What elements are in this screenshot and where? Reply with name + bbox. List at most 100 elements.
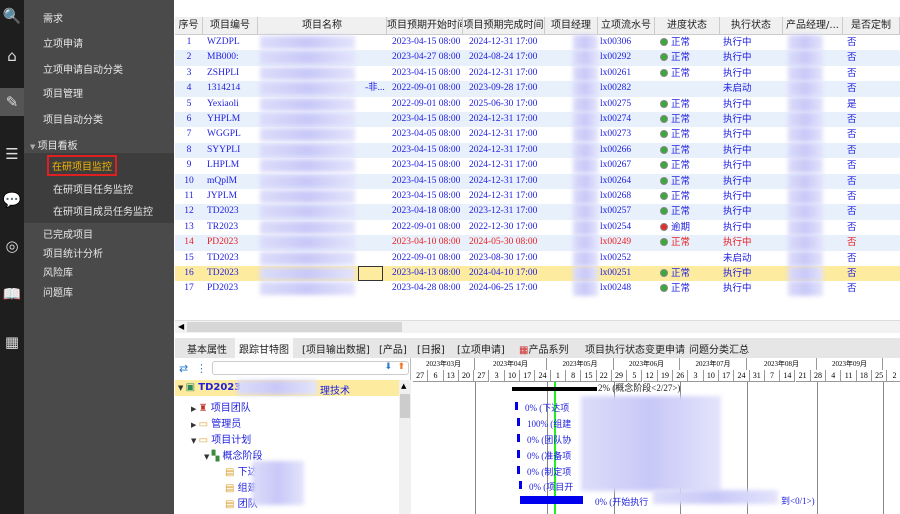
table-row[interactable]: 14 PD2023 2023-04-10 08:00 2024-05-30 08:00… bbox=[175, 235, 900, 251]
serial-number[interactable]: lx00249 bbox=[600, 235, 631, 250]
project-code[interactable]: Yexiaoli bbox=[207, 97, 257, 112]
tree-node-phase[interactable]: ▼ ▚ 概念阶段 bbox=[204, 447, 263, 462]
menu-item[interactable]: 项目统计分析 bbox=[43, 245, 103, 260]
tab[interactable]: 基本属性 bbox=[187, 341, 227, 356]
menu-item[interactable]: 需求 bbox=[43, 10, 63, 25]
move-down-icon[interactable]: ⬇ bbox=[384, 362, 392, 372]
menu-item[interactable]: 立项申请自动分类 bbox=[43, 61, 123, 76]
project-code[interactable]: JYPLM bbox=[207, 189, 257, 204]
tree-node-plan[interactable]: ▼ ▭ 项目计划 bbox=[191, 431, 251, 446]
horizontal-scrollbar[interactable]: ◀ bbox=[175, 320, 900, 333]
tree-node-admin[interactable]: ▶ ▭ 管理员 bbox=[191, 415, 241, 430]
serial-number[interactable]: lx00292 bbox=[600, 50, 631, 65]
serial-number[interactable]: lx00282 bbox=[600, 81, 631, 96]
serial-number[interactable]: lx00274 bbox=[600, 112, 631, 127]
column-header[interactable]: 项目预期完成时间 bbox=[463, 17, 545, 35]
serial-number[interactable]: lx00273 bbox=[600, 127, 631, 142]
serial-number[interactable]: lx00252 bbox=[600, 251, 631, 266]
serial-number[interactable]: lx00275 bbox=[600, 97, 631, 112]
column-header[interactable]: 序号 bbox=[175, 17, 203, 35]
table-row[interactable]: 6 YHPLM 2023-04-15 08:00 2024-12-31 17:00 lx… bbox=[175, 112, 900, 128]
serial-number[interactable]: lx00251 bbox=[600, 266, 631, 281]
table-row[interactable]: 5 Yexiaoli 2022-09-01 08:00 2025-06-30 17:0… bbox=[175, 96, 900, 112]
task-bar[interactable] bbox=[517, 450, 520, 458]
home-icon[interactable]: ⌂ bbox=[0, 42, 24, 70]
column-header[interactable]: 产品经理/... bbox=[783, 17, 843, 35]
task-bar[interactable] bbox=[517, 434, 520, 442]
table-row[interactable]: 1 WZDPL 2023-04-15 08:00 2024-12-31 17:00 lx… bbox=[175, 35, 900, 50]
serial-number[interactable]: lx00306 bbox=[600, 35, 631, 50]
table-row[interactable]: 4 1314214 -非... 2022-09-01 08:00 2023-09-28 … bbox=[175, 81, 900, 97]
serial-number[interactable]: lx00248 bbox=[600, 281, 631, 296]
project-code[interactable]: ZSHPLI bbox=[207, 66, 257, 81]
scroll-left-icon[interactable]: ◀ bbox=[178, 322, 184, 331]
menu-item[interactable]: 在研项目成员任务监控 bbox=[53, 203, 153, 218]
tab[interactable]: 跟踪甘特图 bbox=[235, 338, 293, 358]
tree-structure-icon[interactable]: ⋮ bbox=[196, 362, 207, 375]
table-row[interactable]: 8 SYYPLI 2023-04-15 08:00 2024-12-31 17:00 l… bbox=[175, 142, 900, 159]
project-code[interactable]: TD2023 bbox=[207, 204, 257, 219]
table-row[interactable]: 15 TD2023 2022-09-01 08:00 2023-08-30 17:00… bbox=[175, 250, 900, 266]
table-row[interactable]: 7 WGGPL 2023-04-05 08:00 2024-12-31 17:00 lx… bbox=[175, 127, 900, 143]
tree-scrollbar[interactable]: ▲ bbox=[399, 380, 411, 514]
edit-icon[interactable]: ✎ bbox=[0, 88, 24, 116]
serial-number[interactable]: lx00261 bbox=[600, 66, 631, 81]
table-row[interactable]: 9 LHPLM 2023-04-15 08:00 2024-12-31 17:00 lx… bbox=[175, 158, 900, 174]
table-row[interactable]: 12 TD2023 2023-04-18 08:00 2023-12-31 17:00… bbox=[175, 204, 900, 220]
column-header[interactable]: 项目编号 bbox=[203, 17, 258, 35]
tree-root[interactable]: ▼ ▣ TD2023 bbox=[178, 382, 241, 393]
menu-item[interactable]: 问题库 bbox=[43, 284, 73, 299]
table-row[interactable]: 16 TD2023 2023-04-13 08:00 2024-04-10 17:00… bbox=[175, 266, 900, 282]
table-row[interactable]: 17 PD2023 2023-04-28 08:00 2024-06-25 17:00… bbox=[175, 281, 900, 297]
report-icon[interactable]: ▦ bbox=[0, 328, 24, 356]
menu-item[interactable]: 立项申请 bbox=[43, 35, 83, 50]
scroll-thumb[interactable] bbox=[187, 322, 402, 332]
project-code[interactable]: TD2023 bbox=[207, 266, 257, 281]
project-code[interactable]: WZDPL bbox=[207, 35, 257, 50]
task-bar[interactable] bbox=[517, 466, 520, 474]
tree-search-input[interactable]: ⬇ ⬆ bbox=[212, 361, 409, 375]
serial-number[interactable]: lx00257 bbox=[600, 204, 631, 219]
refresh-icon[interactable]: ⇄ bbox=[179, 362, 188, 375]
menu-item[interactable]: 在研项目任务监控 bbox=[53, 181, 133, 196]
menu-item[interactable]: 项目管理 bbox=[43, 85, 83, 100]
logo-search-icon[interactable]: 🔍 bbox=[0, 2, 24, 30]
tab[interactable]: 问题分类汇总 bbox=[689, 341, 749, 356]
task-bar[interactable] bbox=[515, 402, 518, 410]
project-code[interactable]: MB000: bbox=[207, 50, 257, 65]
tree-node-team[interactable]: ▶ ♜ 项目团队 bbox=[191, 399, 251, 414]
project-code[interactable]: TR2023 bbox=[207, 220, 257, 235]
project-code[interactable]: TD2023 bbox=[207, 251, 257, 266]
project-code[interactable]: 1314214 bbox=[207, 81, 257, 96]
book-icon[interactable]: 📖 bbox=[0, 280, 24, 308]
column-header[interactable]: 是否定制 bbox=[843, 17, 900, 35]
project-code[interactable]: LHPLM bbox=[207, 158, 257, 173]
project-code[interactable]: YHPLM bbox=[207, 112, 257, 127]
summary-bar[interactable] bbox=[512, 387, 597, 391]
project-code[interactable]: PD2023 bbox=[207, 281, 257, 296]
chat-icon[interactable]: 💬 bbox=[0, 186, 24, 214]
menu-item-active[interactable]: 在研项目监控 bbox=[47, 155, 117, 176]
menu-item[interactable]: 项目自动分类 bbox=[43, 111, 103, 126]
task-bar[interactable] bbox=[517, 418, 520, 426]
serial-number[interactable]: lx00268 bbox=[600, 189, 631, 204]
project-code[interactable]: WGGPL bbox=[207, 127, 257, 142]
serial-number[interactable]: lx00267 bbox=[600, 158, 631, 173]
database-icon[interactable]: ☰ bbox=[0, 140, 24, 168]
project-code[interactable]: SYYPLI bbox=[207, 143, 257, 158]
menu-group-kanban[interactable]: ▼ 项目看板 bbox=[30, 137, 78, 152]
project-code[interactable]: mQplM bbox=[207, 174, 257, 189]
column-header[interactable]: 项目预期开始时间 bbox=[387, 17, 463, 35]
serial-number[interactable]: lx00266 bbox=[600, 143, 631, 158]
serial-number[interactable]: lx00254 bbox=[600, 220, 631, 235]
column-header[interactable]: 进度状态 bbox=[655, 17, 720, 35]
tab[interactable]: [产品] bbox=[379, 341, 407, 356]
serial-number[interactable]: lx00264 bbox=[600, 174, 631, 189]
broadcast-icon[interactable]: ◎ bbox=[0, 232, 24, 260]
tab[interactable]: 项目执行状态变更申请 bbox=[585, 341, 685, 356]
column-header[interactable]: 立项流水号 bbox=[598, 17, 655, 35]
project-code[interactable]: PD2023 bbox=[207, 235, 257, 250]
tab[interactable]: [项目输出数据] bbox=[302, 341, 370, 356]
tab[interactable]: [立项申请] bbox=[457, 341, 505, 356]
tab[interactable]: [日报] bbox=[417, 341, 445, 356]
